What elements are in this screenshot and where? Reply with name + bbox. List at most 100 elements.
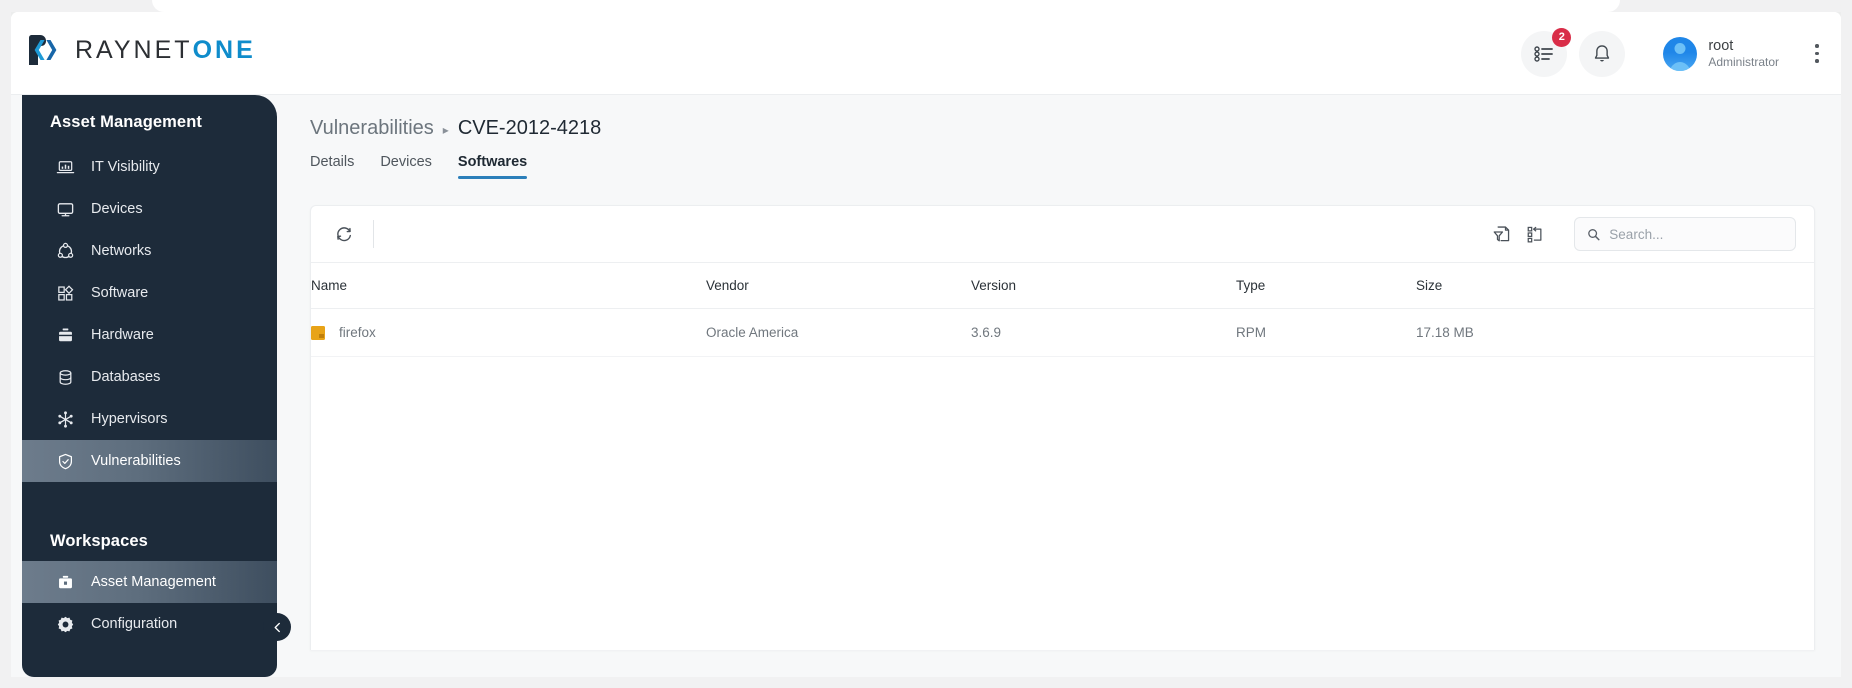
sidebar-item-hypervisors[interactable]: Hypervisors <box>22 398 277 440</box>
tab-softwares[interactable]: Softwares <box>457 154 528 179</box>
sidebar-item-devices[interactable]: Devices <box>22 188 277 230</box>
notifications-button[interactable] <box>1579 30 1626 77</box>
sidebar-item-label: IT Visibility <box>91 159 160 175</box>
browser-tabstrip <box>0 0 1852 12</box>
breadcrumb-root[interactable]: Vulnerabilities <box>310 117 434 140</box>
search-icon <box>1588 228 1600 240</box>
column-layout-icon <box>1527 226 1541 242</box>
top-bar-actions: 2 root Administrator <box>1521 12 1829 95</box>
sidebar-section-title: Asset Management <box>50 113 202 131</box>
sidebar-item-it-visibility[interactable]: IT Visibility <box>22 146 277 188</box>
sidebar-item-label: Networks <box>91 243 152 259</box>
monitor-icon <box>55 199 75 219</box>
hypervisor-nodes-icon <box>55 409 75 429</box>
app-blocks-icon <box>55 283 75 303</box>
kebab-dot <box>1815 59 1819 63</box>
user-name: root <box>1708 37 1734 54</box>
columns-button[interactable] <box>1518 217 1552 251</box>
table-row[interactable]: firefox Oracle America 3.6.9 RPM 17.18 M… <box>311 308 1814 357</box>
search-input[interactable] <box>1609 226 1783 242</box>
sidebar-workspaces-title: Workspaces <box>50 532 148 550</box>
top-bar: RAYNETONE 2 root Administrator <box>11 12 1841 95</box>
search-box[interactable] <box>1574 217 1796 251</box>
sidebar-item-label: Hypervisors <box>91 411 168 427</box>
browser-edge-bottom <box>0 677 1852 688</box>
table-toolbar <box>311 206 1814 263</box>
tasks-button[interactable]: 2 <box>1521 27 1572 77</box>
brand-logo[interactable]: RAYNETONE <box>27 34 256 66</box>
cell-vendor: Oracle America <box>706 308 971 357</box>
refresh-icon <box>337 227 351 242</box>
toolbar-divider <box>373 220 374 248</box>
avatar <box>1663 36 1698 71</box>
bell-icon <box>1595 44 1610 62</box>
sidebar-item-databases[interactable]: Databases <box>22 356 277 398</box>
browser-edge-right <box>1841 12 1852 677</box>
main-content: Vulnerabilities ▸ CVE-2012-4218 Details … <box>277 95 1841 677</box>
refresh-button[interactable] <box>327 217 361 251</box>
chevron-left-icon <box>274 622 280 632</box>
browser-tab[interactable] <box>152 0 1620 12</box>
sidebar-item-label: Devices <box>91 201 143 217</box>
kebab-dot <box>1815 44 1819 48</box>
sidebar-item-hardware[interactable]: Hardware <box>22 314 277 356</box>
toolbox-icon <box>55 325 75 345</box>
sidebar-item-label: Databases <box>91 369 161 385</box>
sidebar-item-configuration[interactable]: Configuration <box>22 603 277 645</box>
page-body: Asset Management IT Visibility Devices N… <box>11 95 1841 677</box>
column-header-type[interactable]: Type <box>1236 263 1416 309</box>
cell-size: 17.18 MB <box>1416 308 1814 357</box>
cell-type: RPM <box>1236 308 1416 357</box>
brand-name: RAYNETONE <box>75 36 256 65</box>
sidebar-item-label: Vulnerabilities <box>91 453 181 469</box>
gear-icon <box>55 614 75 634</box>
tab-devices[interactable]: Devices <box>380 154 432 179</box>
filter-button[interactable] <box>1484 217 1518 251</box>
tasks-badge: 2 <box>1552 27 1572 47</box>
table-head: Name Vendor Version Type Size <box>311 263 1814 309</box>
briefcase-icon <box>55 572 75 592</box>
softwares-table: Name Vendor Version Type Size firefox Or… <box>311 263 1814 357</box>
tab-details[interactable]: Details <box>310 154 354 179</box>
user-identity: root Administrator <box>1708 37 1779 70</box>
package-icon <box>311 325 325 340</box>
sidebar-item-networks[interactable]: Networks <box>22 230 277 272</box>
tab-bar: Details Devices Softwares <box>310 154 1815 179</box>
sidebar-collapse-button[interactable] <box>263 613 291 641</box>
database-icon <box>55 367 75 387</box>
sidebar: Asset Management IT Visibility Devices N… <box>22 95 291 677</box>
desktop-background: RAYNETONE 2 root Administrator Asset Man… <box>0 0 1852 688</box>
breadcrumb: Vulnerabilities ▸ CVE-2012-4218 <box>310 117 1815 140</box>
overflow-menu-button[interactable] <box>1805 37 1829 71</box>
sidebar-item-vulnerabilities[interactable]: Vulnerabilities <box>22 440 277 482</box>
breadcrumb-separator-icon: ▸ <box>442 122 449 137</box>
cell-version: 3.6.9 <box>971 308 1236 357</box>
raynet-logo-icon <box>29 35 57 65</box>
brand-name-accent: ONE <box>192 35 256 64</box>
kebab-dot <box>1815 51 1819 56</box>
laptop-chart-icon <box>55 157 75 177</box>
browser-edge-left <box>0 12 11 677</box>
table-header-row: Name Vendor Version Type Size <box>311 263 1814 309</box>
network-nodes-icon <box>55 241 75 261</box>
task-list-icon <box>1534 45 1554 62</box>
column-header-vendor[interactable]: Vendor <box>706 263 971 309</box>
sidebar-item-label: Configuration <box>91 616 178 632</box>
cell-name: firefox <box>311 308 706 357</box>
sidebar-item-label: Hardware <box>91 327 154 343</box>
column-header-version[interactable]: Version <box>971 263 1236 309</box>
sidebar-item-software[interactable]: Software <box>22 272 277 314</box>
column-header-size[interactable]: Size <box>1416 263 1814 309</box>
user-menu[interactable]: root Administrator <box>1663 36 1779 71</box>
application-window: RAYNETONE 2 root Administrator Asset Man… <box>11 12 1841 677</box>
sidebar-item-label: Asset Management <box>91 574 216 590</box>
column-header-name[interactable]: Name <box>311 263 706 309</box>
softwares-card: Name Vendor Version Type Size <box>310 205 1815 650</box>
sidebar-item-label: Software <box>91 285 149 301</box>
breadcrumb-current: CVE-2012-4218 <box>457 117 602 139</box>
filter-document-icon <box>1493 225 1509 241</box>
software-name: firefox <box>339 325 376 340</box>
sidebar-item-asset-management[interactable]: Asset Management <box>22 561 277 603</box>
brand-name-primary: RAYNET <box>75 35 193 64</box>
shield-check-icon <box>55 451 75 471</box>
